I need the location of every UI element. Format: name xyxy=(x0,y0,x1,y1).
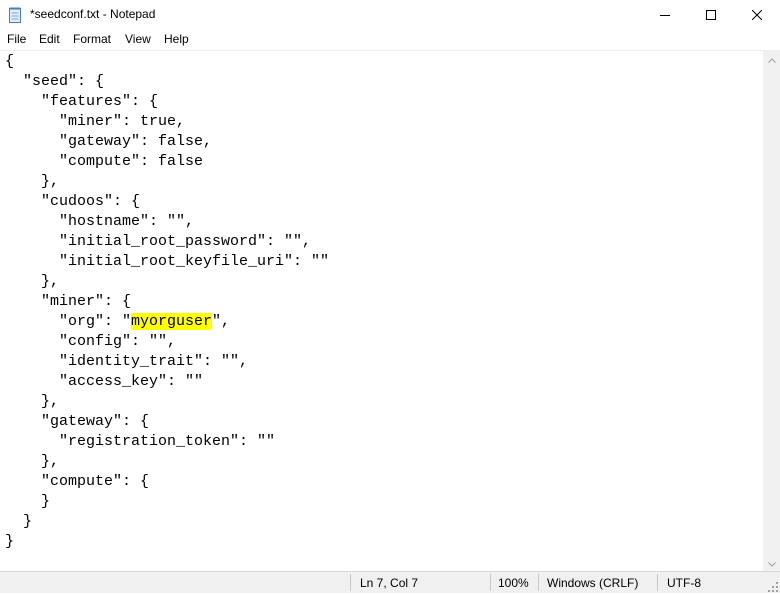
text-editor[interactable]: { "seed": { "features": { "miner": true,… xyxy=(0,50,763,572)
code-line: "registration_token": "" xyxy=(5,433,276,450)
code-line: "access_key": "" xyxy=(5,373,204,390)
menu-edit[interactable]: Edit xyxy=(39,32,60,46)
scroll-up-button[interactable] xyxy=(763,50,780,67)
menu-file[interactable]: File xyxy=(7,32,26,46)
code-line: "seed": { xyxy=(5,73,105,90)
code-line: }, xyxy=(5,453,60,470)
line-endings: Windows (CRLF) xyxy=(547,576,639,590)
code-line: "features": { xyxy=(5,93,159,110)
status-divider xyxy=(538,574,539,591)
menu-bar: File Edit Format View Help xyxy=(0,30,780,50)
maximize-button[interactable] xyxy=(688,0,734,30)
selected-text[interactable]: myorguser xyxy=(131,313,213,330)
code-line: { xyxy=(5,53,15,70)
editor-content[interactable]: { "seed": { "features": { "miner": true,… xyxy=(5,52,329,552)
close-icon xyxy=(752,10,762,20)
zoom-level: 100% xyxy=(498,576,529,590)
window-title: *seedconf.txt - Notepad xyxy=(30,7,156,21)
scroll-down-button[interactable] xyxy=(763,554,780,571)
code-line: "gateway": false, xyxy=(5,133,213,150)
resize-grip-icon[interactable] xyxy=(768,581,778,592)
minimize-button[interactable] xyxy=(642,0,688,30)
minimize-icon xyxy=(660,10,670,20)
status-bar: Ln 7, Col 7 100% Windows (CRLF) UTF-8 xyxy=(0,571,780,593)
code-line: "initial_root_keyfile_uri": "" xyxy=(5,253,330,270)
cursor-position: Ln 7, Col 7 xyxy=(360,576,419,590)
code-line: "identity_trait": "", xyxy=(5,353,249,370)
code-line: }, xyxy=(5,273,60,290)
maximize-icon xyxy=(706,10,716,20)
code-line: ", xyxy=(212,313,231,330)
code-line: } xyxy=(5,513,33,530)
close-button[interactable] xyxy=(734,0,780,30)
menu-format[interactable]: Format xyxy=(73,32,111,46)
status-divider xyxy=(657,574,658,591)
status-divider xyxy=(490,574,491,591)
menu-help[interactable]: Help xyxy=(164,32,189,46)
code-line: }, xyxy=(5,173,60,190)
code-line: "initial_root_password": "", xyxy=(5,233,312,250)
code-line: "org": " xyxy=(5,313,132,330)
code-line: "compute": false xyxy=(5,153,204,170)
code-line: "cudoos": { xyxy=(5,193,141,210)
code-line: } xyxy=(5,493,51,510)
menu-view[interactable]: View xyxy=(125,32,151,46)
code-line: "miner": true, xyxy=(5,113,186,130)
code-line: "hostname": "", xyxy=(5,213,195,230)
chevron-down-icon xyxy=(767,554,776,572)
code-line: "compute": { xyxy=(5,473,150,490)
notepad-icon xyxy=(8,7,22,23)
status-divider xyxy=(350,574,351,591)
encoding: UTF-8 xyxy=(667,576,701,590)
code-line: }, xyxy=(5,393,60,410)
code-line: "miner": { xyxy=(5,293,132,310)
code-line: } xyxy=(5,533,15,550)
code-line: "config": "", xyxy=(5,333,177,350)
code-line: "gateway": { xyxy=(5,413,150,430)
vertical-scrollbar[interactable] xyxy=(763,50,780,571)
chevron-up-icon xyxy=(767,50,776,68)
title-bar[interactable]: *seedconf.txt - Notepad xyxy=(0,0,780,30)
